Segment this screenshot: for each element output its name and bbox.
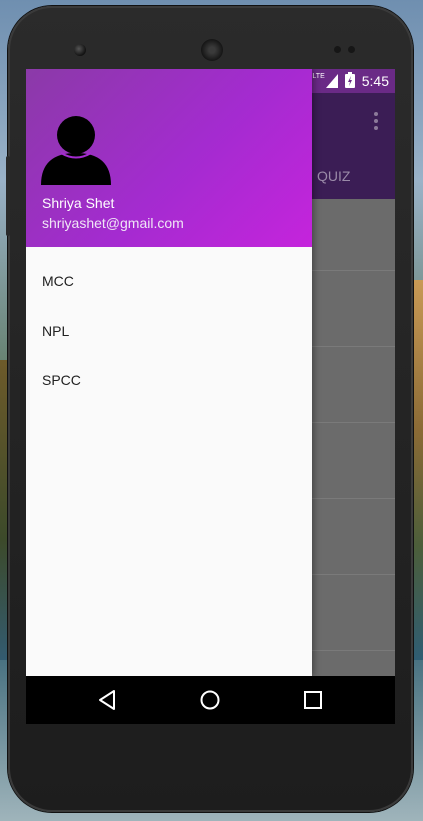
user-name: Shriya Shet [42, 195, 115, 211]
device-screen: LTE 5:45 QUIZ Shriya Shet shriyashet@gma… [26, 69, 395, 724]
earpiece-speaker [201, 39, 223, 61]
more-vert-icon[interactable] [373, 111, 379, 131]
volume-button [6, 156, 10, 236]
navigation-drawer: Shriya Shet shriyashet@gmail.com MCC NPL… [26, 69, 312, 676]
signal-icon: LTE [312, 72, 338, 88]
drawer-menu: MCC NPL SPCC [26, 247, 312, 395]
home-icon[interactable] [198, 688, 222, 712]
person-icon[interactable] [41, 115, 111, 185]
system-nav-bar [26, 676, 395, 724]
status-time: 5:45 [361, 73, 389, 89]
drawer-item-spcc[interactable]: SPCC [26, 346, 312, 395]
network-type-label: LTE [312, 72, 325, 80]
drawer-item-mcc[interactable]: MCC [26, 247, 312, 297]
drawer-header: Shriya Shet shriyashet@gmail.com [26, 69, 312, 247]
user-email: shriyashet@gmail.com [42, 215, 184, 231]
battery-icon [344, 71, 355, 91]
recents-icon[interactable] [301, 688, 325, 712]
tab-quiz[interactable]: QUIZ [317, 168, 350, 184]
light-sensor [348, 46, 355, 53]
proximity-sensor [334, 46, 341, 53]
back-icon[interactable] [96, 688, 120, 712]
front-camera [74, 44, 86, 56]
drawer-item-npl[interactable]: NPL [26, 297, 312, 346]
